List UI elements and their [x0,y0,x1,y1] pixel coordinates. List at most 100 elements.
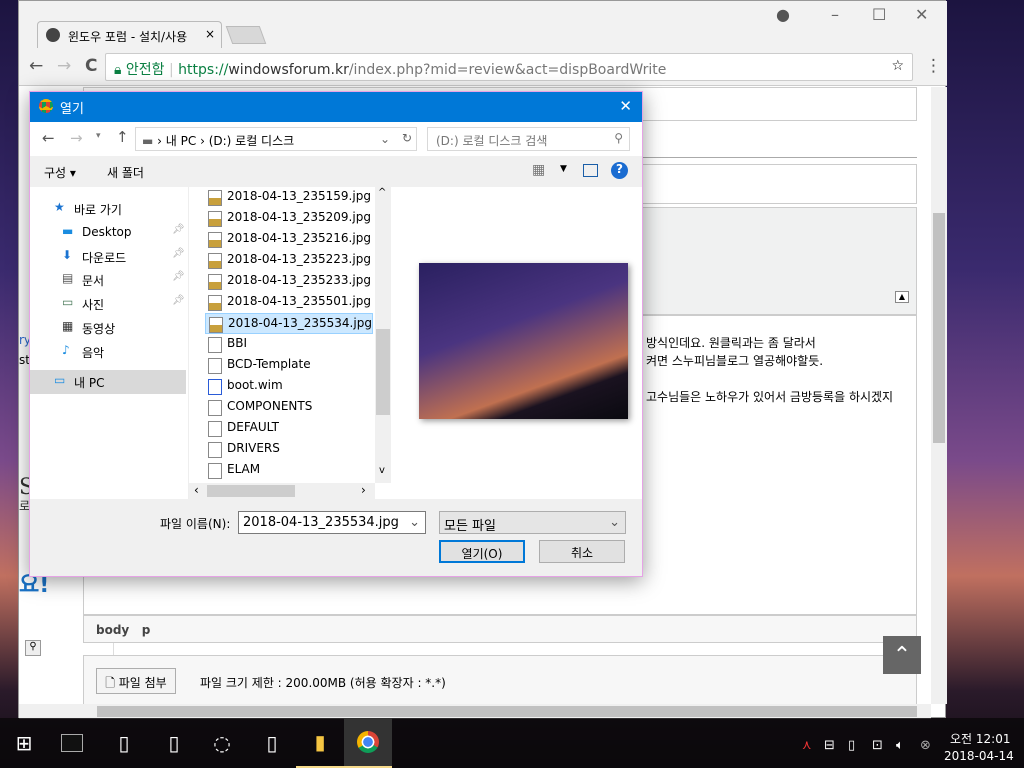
file-item[interactable]: boot.wim [205,376,373,397]
tray-display-icon[interactable]: ⊟ [824,738,835,753]
taskbar-explorer[interactable]: ▮ [296,718,344,768]
nav-item[interactable]: ▬ Desktop 📌︎ [30,221,186,245]
scroll-thumb[interactable] [376,329,390,415]
pin-icon[interactable]: 📌︎ [172,295,185,306]
organize-button[interactable]: 구성 ▾ [44,164,76,181]
back-button[interactable]: ← [29,56,43,76]
taskbar-cmd[interactable] [48,718,96,768]
network-icon[interactable]: ⊡ [872,738,883,753]
file-item[interactable]: ELAM [205,460,373,481]
help-icon[interactable]: ? [611,162,628,179]
tray-close-icon[interactable]: ⊗ [920,738,931,753]
file-item[interactable]: 2018-04-13_235233.jpg [205,271,373,292]
nav-item[interactable]: ▦ 동영상 [30,316,186,340]
reload-button[interactable]: C [85,56,97,76]
taskbar-app[interactable]: ▯ [248,718,296,768]
forward-icon[interactable]: → [70,129,83,147]
breadcrumb-item[interactable]: 내 PC [166,134,196,148]
music-icon: ♪ [62,343,70,357]
scroll-thumb[interactable] [97,706,917,717]
recent-dropdown-icon[interactable]: ▾ [96,131,101,141]
file-item[interactable]: 2018-04-13_235216.jpg [205,229,373,250]
forward-button[interactable]: → [57,56,71,76]
search-icon[interactable]: ⚲ [25,640,41,656]
file-type-select[interactable]: 모든 파일 ⌄ [439,511,626,534]
preview-pane-icon[interactable] [583,164,598,177]
nav-item[interactable]: ▭ 사진 📌︎ [30,292,186,316]
attach-info: 파일 크기 제한 : 200.00MB (허용 확장자 : *.*) [200,676,446,690]
file-item[interactable]: 2018-04-13_235534.jpg [205,313,373,334]
pin-icon[interactable]: 📌︎ [172,224,185,235]
open-button[interactable]: 열기(O) [439,540,525,563]
address-bar[interactable]: 🔒︎ 안전함 | https://windowsforum.kr/index.p… [105,53,913,81]
chevron-down-icon[interactable]: ⌄ [409,515,420,530]
clock-time[interactable]: 오전 12:01 [950,730,1010,747]
minimize-button[interactable]: – [831,5,839,24]
tray-app-icon[interactable]: ⋏ [802,738,812,753]
file-item[interactable]: BCD-Template [205,355,373,376]
taskbar-app[interactable]: ▯ [150,718,198,768]
view-grid-icon[interactable]: ▦ [532,162,545,178]
nav-item[interactable]: ▭ 내 PC [30,370,186,394]
dialog-search-input[interactable]: (D:) 로컬 디스크 검색 ⚲ [427,127,630,151]
breadcrumb-item[interactable]: (D:) 로컬 디스크 [209,134,294,148]
start-button[interactable]: ⊞ [0,718,48,768]
pin-icon[interactable]: 📌︎ [172,248,185,259]
nav-item[interactable]: ▤ 문서 📌︎ [30,268,186,292]
volume-icon[interactable]: 🔈︎ [896,738,904,753]
filter-value: 모든 파일 [444,519,496,534]
file-item[interactable]: BBI [205,334,373,355]
file-item[interactable]: COMPONENTS [205,397,373,418]
back-icon[interactable]: ← [42,129,55,147]
path-element[interactable]: p [142,623,151,637]
attach-file-button[interactable]: 🗋 파일 첨부 [96,668,176,694]
bookmark-star-icon[interactable]: ☆ [891,58,904,74]
collapse-toolbar-button[interactable]: ▲ [895,291,909,303]
nav-item-label: Desktop [82,225,132,239]
chevron-down-icon[interactable]: ⌄ [380,132,390,146]
nav-item[interactable]: ♪ 음악 [30,340,186,364]
file-item[interactable]: 2018-04-13_235209.jpg [205,208,373,229]
cancel-button[interactable]: 취소 [539,540,625,563]
view-dropdown-icon[interactable]: ▼ [560,164,567,174]
horizontal-scrollbar[interactable] [19,704,931,719]
address-breadcrumb[interactable]: ▬ › 내 PC › (D:) 로컬 디스크 ⌄ ↻ [135,127,417,151]
file-icon [208,358,222,374]
pin-icon[interactable]: 📌︎ [172,271,185,282]
filename-input[interactable]: 2018-04-13_235534.jpg ⌄ [238,511,426,534]
dialog-close-button[interactable]: ✕ [619,97,632,115]
file-item[interactable]: 2018-04-13_235223.jpg [205,250,373,271]
tab-active[interactable]: 윈도우 포럼 - 설치/사용 × [37,21,222,49]
refresh-icon[interactable]: ↻ [402,131,412,145]
up-icon[interactable]: ↑ [116,128,129,146]
scroll-thumb[interactable] [933,213,945,443]
folder-icon: ▮ [314,730,326,754]
nav-item-label: 바로 가기 [74,203,122,217]
nav-item[interactable]: ⬇ 다운로드 📌︎ [30,245,186,269]
file-item[interactable]: DRIVERS [205,439,373,460]
nav-item-label: 다운로드 [82,251,127,265]
taskbar-app[interactable]: ▯ [100,718,148,768]
path-element[interactable]: body [96,623,129,637]
taskbar-chrome[interactable] [344,718,392,768]
file-list-vscroll[interactable]: ^ v [375,187,391,483]
file-list-hscroll[interactable]: ‹ › [189,483,375,499]
file-item[interactable]: 2018-04-13_235501.jpg [205,292,373,313]
file-name: 2018-04-13_235209.jpg [227,210,371,224]
clock-date[interactable]: 2018-04-14 [944,749,1014,763]
tab-close-icon[interactable]: × [205,27,215,41]
file-item[interactable]: DEFAULT [205,418,373,439]
file-item[interactable]: 2018-04-13_235159.jpg [205,187,373,208]
profile-icon[interactable]: ● [776,5,790,24]
tray-usb-icon[interactable]: ▯ [848,738,855,753]
maximize-button[interactable]: ☐ [872,5,886,24]
new-folder-button[interactable]: 새 폴더 [107,164,144,181]
vertical-scrollbar[interactable] [931,87,947,704]
scroll-top-button[interactable]: ⌃ [883,636,921,674]
new-tab-button[interactable] [225,26,267,44]
close-button[interactable]: ✕ [915,5,928,24]
menu-icon[interactable]: ⋮ [925,56,942,76]
nav-item[interactable]: ★ 바로 가기 [30,197,186,221]
scroll-thumb[interactable] [207,485,295,497]
taskbar-app[interactable]: ◌ [198,718,246,768]
